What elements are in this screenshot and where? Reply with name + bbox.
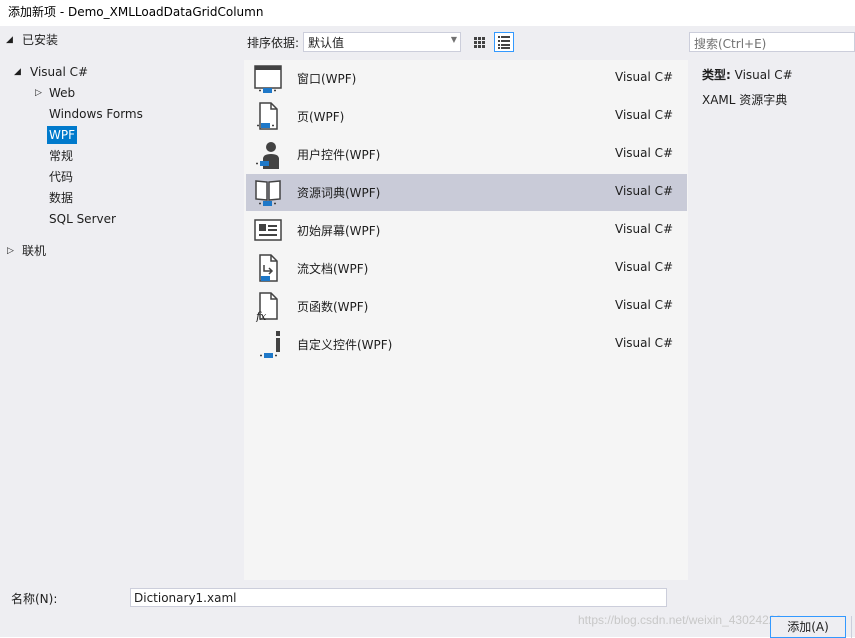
template-language: Visual C# — [615, 70, 674, 84]
tree-label-windows-forms: Windows Forms — [49, 107, 143, 121]
template-item-page-function[interactable]: fx 页函数(WPF) Visual C# — [246, 288, 687, 325]
name-field[interactable] — [131, 589, 666, 606]
tree-node-sql-server[interactable]: SQL Server — [49, 209, 116, 229]
template-name: 用户控件(WPF) — [297, 148, 381, 162]
template-item-custom-control[interactable]: 自定义控件(WPF) Visual C# — [246, 326, 687, 363]
template-name: 自定义控件(WPF) — [297, 338, 393, 352]
template-list: 窗口(WPF) Visual C# 页(WPF) Visual C# 用户控件(… — [244, 60, 688, 580]
page-icon — [257, 102, 278, 130]
tree-label-installed: 已安装 — [22, 33, 59, 47]
list-view-icon — [498, 36, 510, 49]
name-label: 名称(N): — [11, 592, 58, 606]
splash-screen-icon — [254, 219, 282, 241]
search-input[interactable]: 搜索(Ctrl+E) — [689, 32, 855, 52]
window-icon — [254, 65, 282, 93]
template-type-info: 类型: Visual C# — [702, 66, 793, 83]
template-item-flow-document[interactable]: 流文档(WPF) Visual C# — [246, 250, 687, 287]
collapse-arrow-icon[interactable]: ◢ — [14, 62, 21, 82]
title-bar: 添加新项 - Demo_XMLLoadDataGridColumn — [0, 0, 855, 26]
template-language: Visual C# — [615, 146, 674, 160]
template-name: 页(WPF) — [297, 110, 345, 124]
template-info-pane: 类型: Visual C# XAML 资源字典 — [689, 60, 855, 580]
template-name: 流文档(WPF) — [297, 262, 369, 276]
template-category-tree: ◢ 已安装 ◢ Visual C# ▷ Web Windows Forms WP… — [0, 26, 243, 584]
expand-arrow-icon[interactable]: ▷ — [7, 241, 14, 261]
template-language: Visual C# — [615, 108, 674, 122]
template-language: Visual C# — [615, 336, 674, 350]
svg-text:fx: fx — [255, 310, 267, 322]
sort-dropdown-value: 默认值 — [308, 36, 345, 50]
window-title: 添加新项 - Demo_XMLLoadDataGridColumn — [8, 5, 264, 19]
tree-label-wpf: WPF — [47, 126, 78, 144]
sort-label: 排序依据: — [247, 36, 300, 50]
watermark: https://blog.csdn.net/weixin_43024229 — [578, 613, 783, 627]
tree-label-sql-server: SQL Server — [49, 212, 116, 226]
tree-label-general: 常规 — [49, 149, 74, 163]
tree-label-code: 代码 — [49, 170, 74, 184]
tree-node-windows-forms[interactable]: Windows Forms — [49, 104, 143, 124]
sort-dropdown[interactable]: 默认值 ▼ — [303, 32, 461, 52]
type-label: 类型: — [702, 68, 731, 82]
template-item-window[interactable]: 窗口(WPF) Visual C# — [246, 60, 687, 97]
template-language: Visual C# — [615, 222, 674, 236]
template-language: Visual C# — [615, 298, 674, 312]
resource-dictionary-icon — [255, 180, 281, 206]
chevron-down-icon: ▼ — [450, 35, 457, 44]
list-view-button[interactable] — [494, 32, 514, 52]
template-language: Visual C# — [615, 260, 674, 274]
cancel-button-edge[interactable] — [851, 616, 855, 638]
template-language: Visual C# — [615, 184, 674, 198]
template-name: 窗口(WPF) — [297, 72, 357, 86]
type-value: Visual C# — [734, 68, 793, 82]
template-item-splash-screen[interactable]: 初始屏幕(WPF) Visual C# — [246, 212, 687, 249]
tree-label-web: Web — [49, 86, 76, 100]
grid-view-icon — [474, 37, 485, 48]
template-item-resource-dictionary[interactable]: 资源词典(WPF) Visual C# — [246, 174, 687, 211]
tree-node-general[interactable]: 常规 — [49, 146, 73, 166]
tree-node-code[interactable]: 代码 — [49, 167, 73, 187]
user-control-icon — [256, 142, 279, 169]
template-name: 初始屏幕(WPF) — [297, 224, 381, 238]
grid-view-button[interactable] — [469, 32, 489, 52]
template-item-user-control[interactable]: 用户控件(WPF) Visual C# — [246, 136, 687, 173]
bottom-bar: 名称(N): https://blog.csdn.net/weixin_4302… — [0, 584, 855, 638]
tree-label-visual-csharp: Visual C# — [30, 65, 89, 79]
name-field-box — [130, 588, 667, 607]
search-placeholder: 搜索(Ctrl+E) — [694, 37, 767, 51]
tree-node-wpf[interactable]: WPF — [47, 125, 78, 145]
flow-document-icon — [259, 254, 278, 282]
template-description: XAML 资源字典 — [702, 93, 788, 107]
template-name: 资源词典(WPF) — [297, 186, 381, 200]
custom-control-icon — [260, 331, 280, 358]
tree-label-data: 数据 — [49, 191, 74, 205]
template-item-page[interactable]: 页(WPF) Visual C# — [246, 98, 687, 135]
collapse-arrow-icon[interactable]: ◢ — [6, 30, 13, 50]
tree-label-online: 联机 — [22, 244, 47, 258]
page-function-icon: fx — [255, 292, 278, 322]
template-name: 页函数(WPF) — [297, 300, 369, 314]
add-button[interactable]: 添加(A) — [770, 616, 846, 638]
expand-arrow-icon[interactable]: ▷ — [35, 83, 42, 103]
tree-node-data[interactable]: 数据 — [49, 188, 73, 208]
